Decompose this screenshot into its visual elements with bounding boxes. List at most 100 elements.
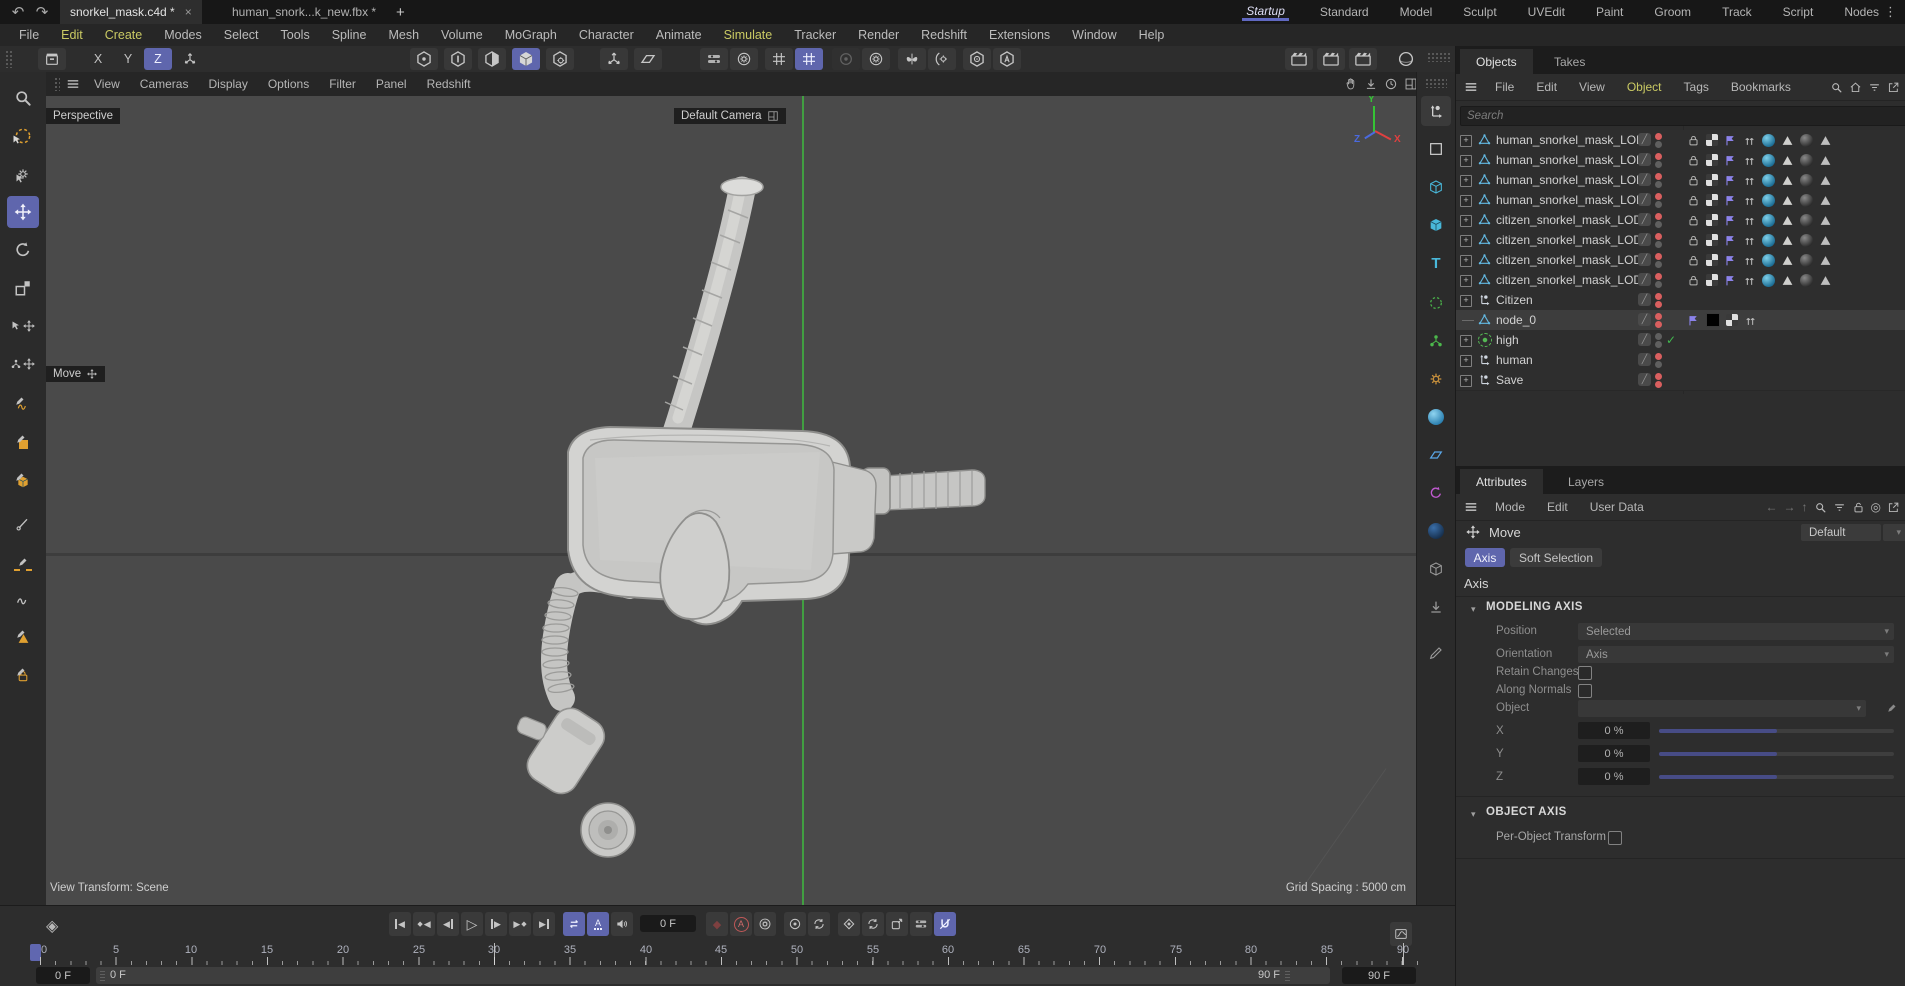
tab-axis[interactable]: Axis bbox=[1465, 548, 1505, 567]
spline-pen-button[interactable] bbox=[7, 390, 39, 422]
lock-x-axis-button[interactable]: X bbox=[84, 48, 112, 70]
tag-icons[interactable] bbox=[1687, 173, 1832, 187]
z-value-field[interactable]: 0 % bbox=[1578, 768, 1650, 785]
om-menu-bookmarks[interactable]: Bookmarks bbox=[1720, 80, 1802, 94]
object-name[interactable]: human_snorkel_mask_LOD3 bbox=[1496, 133, 1651, 147]
symmetry-button[interactable] bbox=[898, 48, 926, 70]
layout-tab-startup[interactable]: Startup bbox=[1242, 3, 1289, 21]
table-row[interactable]: + citizen_snorkel_mask_LOD3 ╱ bbox=[1456, 210, 1905, 231]
table-row[interactable]: + citizen_snorkel_mask_LOD1 ╱ bbox=[1456, 250, 1905, 271]
chevron-down-icon[interactable]: ▾ bbox=[1471, 809, 1476, 820]
om-menu-view[interactable]: View bbox=[1568, 80, 1616, 94]
previous-key-button[interactable]: ◆◀ bbox=[413, 912, 435, 936]
goto-end-button[interactable]: ▶ bbox=[533, 912, 555, 936]
am-menu-mode[interactable]: Mode bbox=[1484, 500, 1536, 514]
tweak-settings-button[interactable] bbox=[928, 48, 956, 70]
pen-dashed-tool-button[interactable] bbox=[7, 546, 39, 578]
sound-toggle-button[interactable] bbox=[611, 912, 633, 936]
modeling-axis-header[interactable]: MODELING AXIS bbox=[1486, 601, 1583, 613]
keying-settings-button[interactable] bbox=[754, 912, 776, 936]
enabled-toggle[interactable]: ╱ bbox=[1638, 353, 1651, 366]
vp-menu-panel[interactable]: Panel bbox=[366, 77, 417, 91]
editor-visibility-dot[interactable] bbox=[1655, 273, 1662, 280]
menu-spline[interactable]: Spline bbox=[321, 28, 378, 42]
menu-extensions[interactable]: Extensions bbox=[978, 28, 1061, 42]
table-row[interactable]: + human_snorkel_mask_LOD1 ╱ bbox=[1456, 170, 1905, 191]
document-tab[interactable]: human_snork...k_new.fbx * bbox=[222, 0, 386, 24]
editor-visibility-dot[interactable] bbox=[1655, 133, 1662, 140]
render-visibility-dot[interactable] bbox=[1655, 141, 1662, 148]
new-document-button[interactable]: + bbox=[396, 0, 405, 24]
frame-selection-icon[interactable] bbox=[1421, 96, 1451, 126]
text-tool-icon[interactable]: T bbox=[1421, 248, 1451, 278]
enable-axis-button[interactable] bbox=[600, 48, 628, 70]
om-menu-object[interactable]: Object bbox=[1616, 80, 1673, 94]
solid-cube-icon[interactable] bbox=[1421, 210, 1451, 240]
menu-volume[interactable]: Volume bbox=[430, 28, 494, 42]
menu-render[interactable]: Render bbox=[847, 28, 910, 42]
object-name[interactable]: human_snorkel_mask_LOD0 bbox=[1496, 193, 1651, 207]
expander-icon[interactable]: + bbox=[1460, 335, 1472, 347]
enabled-toggle[interactable]: ╱ bbox=[1638, 273, 1651, 286]
spline-smooth-button[interactable] bbox=[7, 584, 39, 616]
object-name[interactable]: human_snorkel_mask_LOD1 bbox=[1496, 173, 1651, 187]
hamburger-icon[interactable] bbox=[66, 77, 80, 91]
ruler-major-ticks[interactable] bbox=[40, 957, 1420, 965]
expander-icon[interactable]: + bbox=[1460, 175, 1472, 187]
texture-tag-icon[interactable] bbox=[1726, 314, 1738, 326]
tag-icons[interactable] bbox=[1687, 153, 1832, 167]
preview-range-bar[interactable]: 0 F 90 F bbox=[96, 967, 1330, 984]
redo-icon[interactable]: ↷ bbox=[32, 2, 52, 22]
search-icon[interactable] bbox=[1814, 501, 1827, 514]
modeling-axis-button[interactable] bbox=[700, 48, 728, 70]
am-menu-userdata[interactable]: User Data bbox=[1579, 500, 1655, 514]
radial-symmetry-icon[interactable] bbox=[832, 48, 860, 70]
next-key-button[interactable]: ▶◆ bbox=[509, 912, 531, 936]
spline-loop-icon[interactable] bbox=[1421, 478, 1451, 508]
object-name[interactable]: citizen_snorkel_mask_LOD0 bbox=[1496, 273, 1649, 287]
enabled-toggle[interactable]: ╱ bbox=[1638, 333, 1651, 346]
menu-mesh[interactable]: Mesh bbox=[377, 28, 430, 42]
wire-cube-icon[interactable] bbox=[1421, 172, 1451, 202]
view-label[interactable]: Perspective bbox=[46, 108, 120, 124]
annotation-button[interactable] bbox=[993, 48, 1021, 70]
render-visibility-dot[interactable] bbox=[1655, 341, 1662, 348]
material-sphere-icon[interactable] bbox=[1392, 48, 1420, 70]
loop-playback-button[interactable] bbox=[563, 912, 585, 936]
find-tool-button[interactable] bbox=[7, 82, 39, 114]
render-visibility-dot[interactable] bbox=[1655, 381, 1662, 388]
menu-character[interactable]: Character bbox=[568, 28, 645, 42]
render-visibility-dot[interactable] bbox=[1655, 161, 1662, 168]
enabled-toggle[interactable]: ╱ bbox=[1638, 213, 1651, 226]
axis-lock-tool-button[interactable] bbox=[7, 660, 39, 692]
render-settings-button[interactable] bbox=[1349, 48, 1377, 70]
render-visibility-dot[interactable] bbox=[1655, 241, 1662, 248]
gear-icon[interactable] bbox=[1421, 364, 1451, 394]
render-visibility-dot[interactable] bbox=[1655, 321, 1662, 328]
lock-open-icon[interactable] bbox=[1852, 501, 1865, 514]
up-arrow-icon[interactable]: ↑ bbox=[1802, 500, 1808, 514]
editor-visibility-dot[interactable] bbox=[1655, 153, 1662, 160]
lock-z-axis-button[interactable]: Z bbox=[144, 48, 172, 70]
range-left-grip[interactable] bbox=[100, 970, 105, 981]
render-visibility-dot[interactable] bbox=[1655, 221, 1662, 228]
key-position-toggle[interactable] bbox=[784, 912, 806, 936]
table-row[interactable]: + human_snorkel_mask_LOD3 ╱ bbox=[1456, 130, 1905, 151]
material-tag-dark-icon[interactable] bbox=[1800, 134, 1813, 147]
search-input[interactable] bbox=[1460, 106, 1905, 126]
viewport-drag-handle[interactable] bbox=[54, 77, 60, 91]
snorkel-mask-model[interactable] bbox=[480, 140, 1040, 870]
menu-simulate[interactable]: Simulate bbox=[713, 28, 784, 42]
menu-animate[interactable]: Animate bbox=[645, 28, 713, 42]
table-row[interactable]: + citizen_snorkel_mask_LOD2 ╱ bbox=[1456, 230, 1905, 251]
object-name[interactable]: citizen_snorkel_mask_LOD1 bbox=[1496, 253, 1649, 267]
enabled-toggle[interactable]: ╱ bbox=[1638, 293, 1651, 306]
sphere-primitive-icon[interactable] bbox=[1421, 516, 1451, 546]
model-mode-button[interactable] bbox=[512, 48, 540, 70]
object-name[interactable]: Save bbox=[1496, 373, 1523, 387]
menu-redshift[interactable]: Redshift bbox=[910, 28, 978, 42]
render-view-button[interactable] bbox=[1285, 48, 1313, 70]
vp-menu-cameras[interactable]: Cameras bbox=[130, 77, 199, 91]
play-sound-keys-button[interactable]: A bbox=[587, 912, 609, 936]
popout-icon[interactable] bbox=[1887, 501, 1900, 514]
